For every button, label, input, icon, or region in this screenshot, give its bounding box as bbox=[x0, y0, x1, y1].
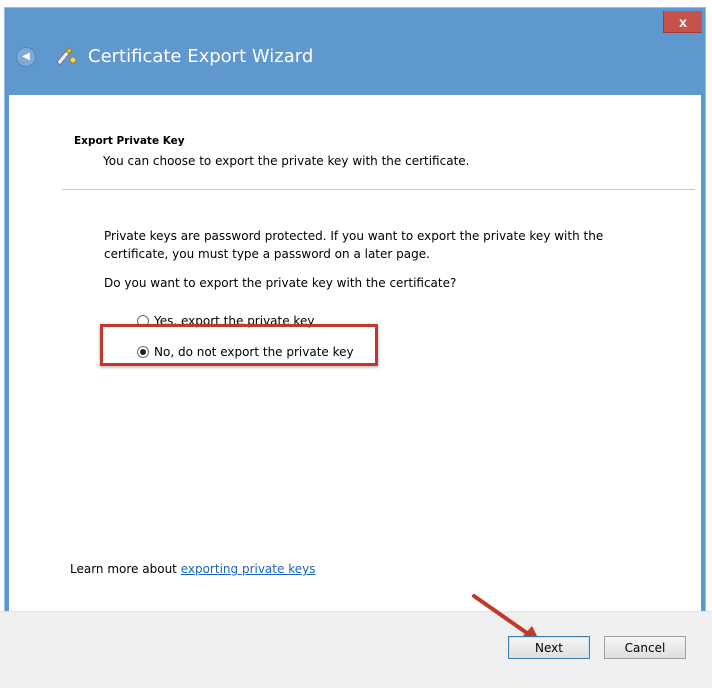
exporting-private-keys-link[interactable]: exporting private keys bbox=[181, 562, 316, 576]
info-text: Private keys are password protected. If … bbox=[104, 229, 604, 261]
back-arrow-icon[interactable]: ◀ bbox=[16, 47, 36, 67]
certificate-wizard-icon bbox=[56, 47, 77, 66]
radio-selected-dot bbox=[140, 349, 146, 355]
section-subtitle: You can choose to export the private key… bbox=[103, 154, 470, 168]
close-button[interactable]: x bbox=[663, 11, 702, 33]
header-separator bbox=[62, 189, 695, 190]
learn-more-prefix: Learn more about bbox=[70, 562, 181, 576]
learn-more: Learn more about exporting private keys bbox=[70, 562, 315, 576]
radio-label-no: No, do not export the private key bbox=[154, 345, 354, 359]
window-title: Certificate Export Wizard bbox=[88, 46, 314, 67]
section-title: Export Private Key bbox=[74, 135, 185, 147]
next-button[interactable]: Next bbox=[508, 636, 590, 659]
radio-button-no[interactable] bbox=[137, 346, 149, 358]
cancel-button[interactable]: Cancel bbox=[604, 636, 686, 659]
close-icon: x bbox=[679, 13, 687, 30]
radio-option-no[interactable]: No, do not export the private key bbox=[137, 345, 354, 359]
export-question: Do you want to export the private key wi… bbox=[104, 276, 457, 290]
